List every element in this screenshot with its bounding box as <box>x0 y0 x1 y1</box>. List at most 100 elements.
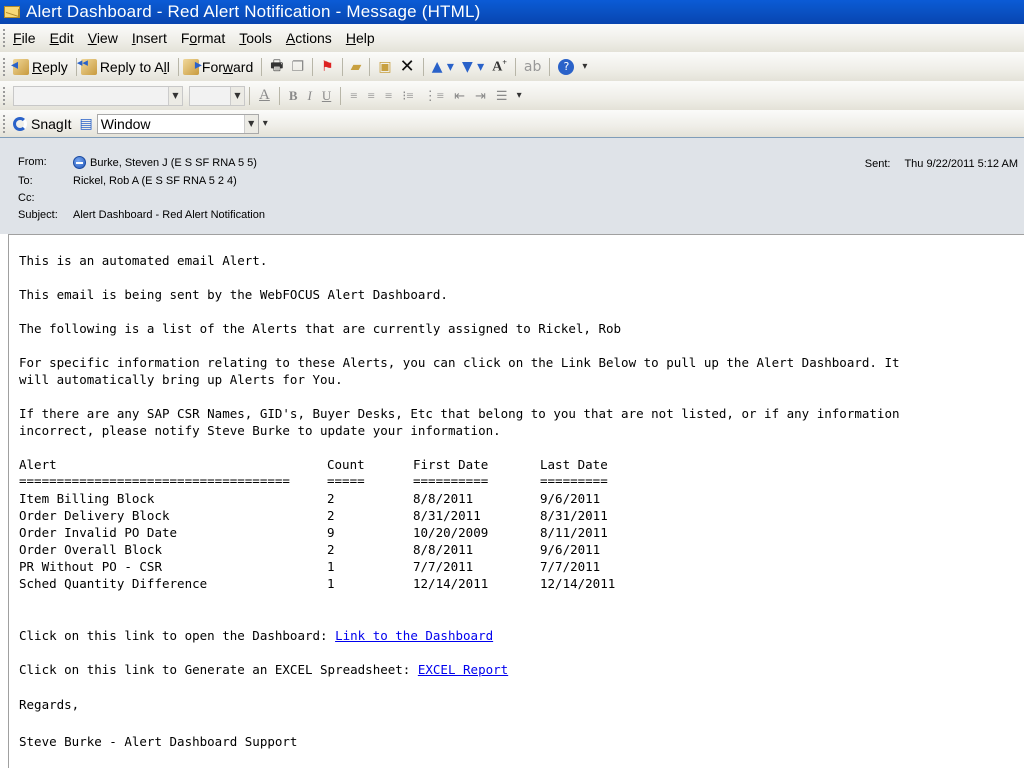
forward-icon <box>182 56 202 75</box>
align-center-icon[interactable]: ≡ <box>368 88 375 104</box>
toolbar-options-icon[interactable]: ▾ <box>517 90 522 101</box>
toolbar-grip[interactable] <box>3 57 7 76</box>
help-icon[interactable]: ? <box>558 58 575 75</box>
envelope-icon <box>4 6 20 18</box>
previous-item-icon[interactable]: ▲ ▾ <box>432 59 454 75</box>
address-book-icon[interactable]: ab <box>524 59 541 75</box>
toolbar-separator <box>312 57 314 76</box>
reply-icon <box>11 56 29 75</box>
from-label: From: <box>18 156 47 168</box>
menu-help[interactable]: Help <box>346 30 375 46</box>
table-cell-last-date: 12/14/2011 <box>540 576 616 591</box>
table-cell-last-date: 8/11/2011 <box>540 525 608 540</box>
toolbar-separator <box>340 86 342 105</box>
menu-actions[interactable]: Actions <box>286 30 332 46</box>
sent-label: Sent: <box>864 158 891 170</box>
sent-value: Thu 9/22/2011 5:12 AM <box>904 158 1018 170</box>
bold-icon[interactable]: B <box>289 88 298 104</box>
numbering-icon[interactable]: ⋮≡ <box>424 88 444 104</box>
snagit-button[interactable]: SnagIt <box>13 116 71 132</box>
reply-button[interactable]: Reply <box>11 56 68 75</box>
table-cell-count: 1 <box>327 559 335 574</box>
table-cell-last-date: 7/7/2011 <box>540 559 601 574</box>
table-underline: ===== <box>327 473 365 488</box>
decrease-indent-icon[interactable]: ⇤ <box>454 88 465 104</box>
print-icon[interactable]: 🖶 <box>270 55 283 79</box>
move-to-folder-icon[interactable]: ▰ <box>351 59 362 75</box>
capture-mode-value: Window <box>100 115 151 132</box>
table-cell-first-date: 8/31/2011 <box>413 508 481 523</box>
snagit-icon <box>13 116 27 131</box>
to-label: To: <box>18 175 33 187</box>
capture-mode-select[interactable]: Window ▼ <box>96 113 259 134</box>
toolbar-grip[interactable] <box>3 114 7 133</box>
excel-report-link[interactable]: EXCEL Report <box>418 662 508 677</box>
reply-all-button[interactable]: Reply to All <box>77 56 170 75</box>
reply-all-icon <box>77 56 97 75</box>
dashboard-link-prefix: Click on this link to open the Dashboard… <box>19 628 336 643</box>
italic-icon[interactable]: I <box>308 88 312 104</box>
table-cell-first-date: 10/20/2009 <box>413 525 489 540</box>
presence-icon[interactable] <box>73 156 86 169</box>
font-color-icon[interactable]: A <box>259 87 270 104</box>
toolbar-separator <box>249 86 250 105</box>
table-underline: ========== <box>413 473 489 488</box>
table-cell-count: 2 <box>327 508 335 523</box>
delete-icon[interactable]: ✕ <box>400 56 415 77</box>
dashboard-link[interactable]: Link to the Dashboard <box>335 628 493 643</box>
table-header-last-date: Last Date <box>540 457 608 472</box>
table-header-first-date: First Date <box>413 457 489 472</box>
cc-row: Cc: <box>18 192 73 204</box>
subject-row: Subject: Alert Dashboard - Red Alert Not… <box>18 209 265 221</box>
message-body[interactable]: This is an automated email Alert. This e… <box>8 234 1024 768</box>
table-cell-alert: Sched Quantity Difference <box>19 576 208 591</box>
excel-link-prefix: Click on this link to Generate an EXCEL … <box>19 662 418 677</box>
table-cell-alert: Order Invalid PO Date <box>19 525 178 540</box>
font-size-icon[interactable]: A+ <box>492 58 507 76</box>
toolbar-grip[interactable] <box>3 29 7 47</box>
title-bar: Alert Dashboard - Red Alert Notification… <box>0 0 1024 24</box>
table-cell-count: 2 <box>327 491 335 506</box>
body-line-sender: This email is being sent by the WebFOCUS… <box>19 287 448 302</box>
underline-icon[interactable]: U <box>322 88 331 104</box>
table-underline: ========= <box>540 473 608 488</box>
follow-up-flag-icon[interactable]: ⚑ <box>321 59 334 75</box>
bullets-icon[interactable]: ⁝≡ <box>402 88 413 104</box>
copy-icon[interactable]: ❐ <box>291 59 304 75</box>
to-value[interactable]: Rickel, Rob A (E S SF RNA 5 2 4) <box>73 175 237 187</box>
menu-format[interactable]: Format <box>181 30 225 46</box>
toolbar-separator <box>177 57 179 76</box>
toolbar-options-icon[interactable]: ▾ <box>582 61 587 72</box>
next-item-icon[interactable]: ▼ ▾ <box>462 59 484 75</box>
forward-button[interactable]: Forward <box>182 56 253 75</box>
categorize-icon[interactable]: ▣ <box>378 59 391 75</box>
menu-view[interactable]: View <box>88 30 118 46</box>
menu-bar: File Edit View Insert Format Tools Actio… <box>0 24 1024 52</box>
style-icon[interactable]: ☰ <box>496 88 508 104</box>
table-header-count: Count <box>327 457 365 472</box>
from-value[interactable]: Burke, Steven J (E S SF RNA 5 5) <box>73 156 257 169</box>
menu-file[interactable]: File <box>13 30 36 46</box>
table-cell-last-date: 9/6/2011 <box>540 542 601 557</box>
font-size-select[interactable]: ▼ <box>189 85 245 106</box>
body-line-list-intro: The following is a list of the Alerts th… <box>19 321 622 336</box>
menu-edit[interactable]: Edit <box>50 30 74 46</box>
menu-tools[interactable]: Tools <box>239 30 272 46</box>
toolbar-options-icon[interactable]: ▾ <box>263 118 268 129</box>
snagit-capture-icon[interactable]: ▤ <box>79 116 92 132</box>
snagit-toolbar: SnagIt ▤ Window ▼ ▾ <box>0 110 1024 137</box>
toolbar-separator <box>369 57 371 76</box>
font-name-select[interactable]: ▼ <box>13 85 183 106</box>
table-cell-count: 2 <box>327 542 335 557</box>
toolbar-grip[interactable] <box>3 86 7 105</box>
toolbar-separator <box>549 57 551 76</box>
table-header-alert: Alert <box>19 457 57 472</box>
table-cell-alert: Order Delivery Block <box>19 508 170 523</box>
table-cell-count: 1 <box>327 576 335 591</box>
increase-indent-icon[interactable]: ⇥ <box>475 88 486 104</box>
table-cell-first-date: 8/8/2011 <box>413 491 474 506</box>
align-left-icon[interactable]: ≡ <box>350 88 357 104</box>
align-right-icon[interactable]: ≡ <box>385 88 392 104</box>
menu-insert[interactable]: Insert <box>132 30 167 46</box>
sent-row: Sent: Thu 9/22/2011 5:12 AM <box>865 158 1018 170</box>
